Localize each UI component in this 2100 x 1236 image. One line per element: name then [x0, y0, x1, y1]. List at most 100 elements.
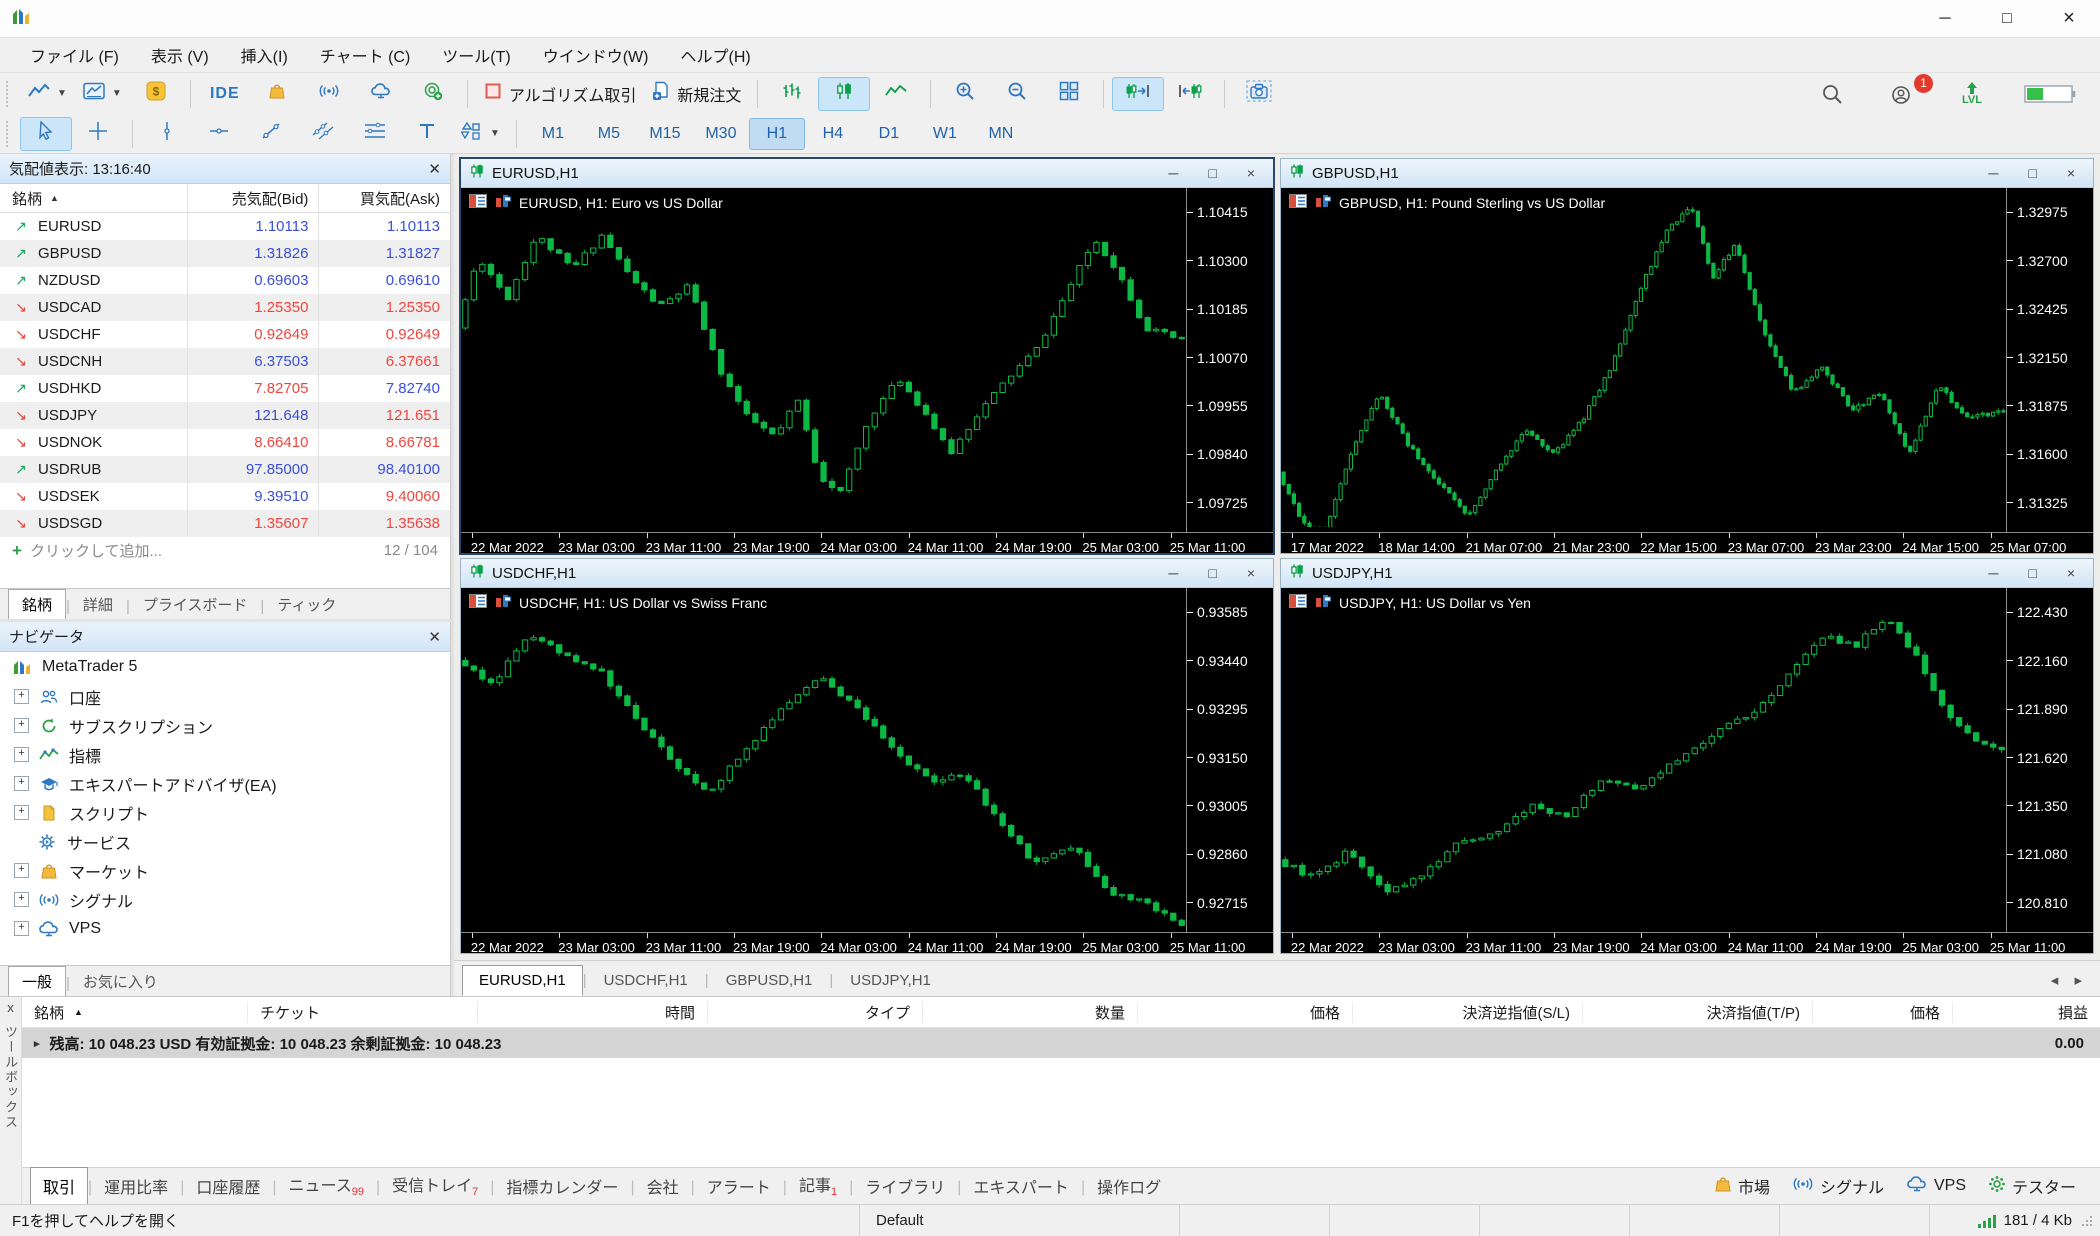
navigator-tab-1[interactable]: 一般: [8, 966, 66, 996]
trade-column-4[interactable]: タイプ: [707, 1002, 922, 1023]
chart-tab-EURUSDH1[interactable]: EURUSD,H1: [462, 965, 583, 996]
menu-item[interactable]: ツール(T): [426, 43, 526, 67]
trade-column-3[interactable]: 時間: [477, 1002, 707, 1023]
chevron-down-icon[interactable]: ▼: [57, 88, 67, 99]
zoom-in-button[interactable]: [939, 77, 991, 111]
resize-grip-icon[interactable]: [2080, 1214, 2094, 1228]
window-maximize-button[interactable]: □: [2028, 165, 2036, 181]
toolbox-tab-10[interactable]: ライブラリ: [853, 1168, 957, 1204]
status-profile[interactable]: Default: [860, 1205, 1180, 1236]
shortcut-signal[interactable]: シグナル: [1792, 1174, 1884, 1198]
trade-column-6[interactable]: 価格: [1137, 1002, 1352, 1023]
search-button[interactable]: [1806, 77, 1858, 111]
expand-icon[interactable]: +: [14, 689, 29, 704]
window-close-button[interactable]: ×: [1247, 165, 1255, 181]
toolbox-tab-11[interactable]: エキスパート: [961, 1168, 1081, 1204]
cursor-tool-button[interactable]: [20, 117, 72, 151]
navigator-item[interactable]: +エキスパートアドバイザ(EA): [0, 769, 450, 798]
hline-tool-button[interactable]: [193, 117, 245, 151]
market-watch-row[interactable]: ↘USDNOK8.664108.66781: [0, 429, 450, 456]
menu-item[interactable]: ファイル (F): [14, 43, 135, 67]
chart-plot-area[interactable]: USDJPY, H1: US Dollar vs Yen: [1281, 588, 2007, 932]
toolbox-tab-12[interactable]: 操作ログ: [1085, 1168, 1173, 1204]
market-watch-row[interactable]: ↘USDSEK9.395109.40060: [0, 483, 450, 510]
trade-column-10[interactable]: 損益: [1952, 1002, 2100, 1023]
window-minimize-button[interactable]: ─: [1168, 165, 1178, 181]
chart-window-GBPUSD[interactable]: GBPUSD,H1─□×GBPUSD, H1: Pound Sterling v…: [1280, 158, 2094, 554]
ide-label-button[interactable]: IDE: [199, 77, 251, 111]
window-maximize-button[interactable]: □: [1976, 0, 2038, 37]
timeframe-M1[interactable]: M1: [525, 118, 581, 150]
tab-scroll-arrows[interactable]: ◂ ▸: [2051, 971, 2100, 996]
bars-chart-button[interactable]: [766, 77, 818, 111]
menu-item[interactable]: チャート (C): [304, 43, 427, 67]
navigator-tab-2[interactable]: お気に入り: [70, 967, 171, 996]
shortcut-cloud[interactable]: VPS: [1906, 1176, 1966, 1197]
window-close-button[interactable]: ×: [1247, 565, 1255, 581]
trade-table-header[interactable]: 銘柄▲チケット時間タイプ数量価格決済逆指値(S/L)決済指値(T/P)価格損益: [22, 997, 2100, 1028]
chart-window-titlebar[interactable]: EURUSD,H1─□×: [461, 159, 1273, 188]
timeframe-M15[interactable]: M15: [637, 118, 693, 150]
expand-icon[interactable]: +: [14, 718, 29, 733]
timeframe-H4[interactable]: H4: [805, 118, 861, 150]
window-maximize-button[interactable]: □: [1208, 565, 1216, 581]
timeframe-W1[interactable]: W1: [917, 118, 973, 150]
market-watch-row[interactable]: ↘USDCAD1.253501.25350: [0, 294, 450, 321]
expand-icon[interactable]: +: [14, 892, 29, 907]
trade-column-7[interactable]: 決済逆指値(S/L): [1352, 1002, 1582, 1023]
window-close-button[interactable]: ×: [2067, 165, 2075, 181]
navigator-item[interactable]: +マーケット: [0, 856, 450, 885]
time-axis[interactable]: 22 Mar 202223 Mar 03:0023 Mar 11:0023 Ma…: [461, 532, 1273, 558]
market-watch-row[interactable]: ↘USDJPY121.648121.651: [0, 402, 450, 429]
timeframe-M30[interactable]: M30: [693, 118, 749, 150]
window-maximize-button[interactable]: □: [1208, 165, 1216, 181]
menu-item[interactable]: ヘルプ(H): [664, 43, 766, 67]
toolbar-grip[interactable]: [6, 81, 12, 107]
market-watch-row[interactable]: ↗NZDUSD0.696030.69610: [0, 267, 450, 294]
chevron-down-icon[interactable]: ▼: [112, 88, 122, 99]
market-watch-row[interactable]: ↘USDCNH6.375036.37661: [0, 348, 450, 375]
new-order-doc-button[interactable]: 新規注文: [644, 77, 749, 111]
notifications-button[interactable]: 1: [1876, 77, 1928, 111]
profile-chart-button[interactable]: ▼: [75, 77, 130, 111]
toolbox-tab-6[interactable]: 指標カレンダー: [494, 1168, 630, 1204]
expand-icon[interactable]: +: [14, 805, 29, 820]
toolbox-close-icon[interactable]: x: [7, 1000, 14, 1015]
market-watch-row[interactable]: ↘USDSGD1.356071.35638: [0, 510, 450, 537]
navigator-item[interactable]: +スクリプト: [0, 798, 450, 827]
new-chart-line-button[interactable]: ▼: [20, 77, 75, 111]
vline-tool-button[interactable]: [141, 117, 193, 151]
dollar-coin-button[interactable]: $: [130, 77, 182, 111]
window-close-button[interactable]: ×: [2067, 565, 2075, 581]
close-icon[interactable]: ✕: [428, 628, 441, 646]
trade-column-2[interactable]: チケット: [247, 1002, 477, 1023]
navigator-item[interactable]: +VPS: [0, 914, 450, 943]
shortcut-bag[interactable]: 市場: [1714, 1174, 1770, 1198]
time-axis[interactable]: 22 Mar 202223 Mar 03:0023 Mar 11:0023 Ma…: [1281, 932, 2093, 958]
shift-end-button[interactable]: [1112, 77, 1164, 111]
timeframe-M5[interactable]: M5: [581, 118, 637, 150]
chart-tab-GBPUSDH1[interactable]: GBPUSD,H1: [709, 965, 830, 996]
close-icon[interactable]: ✕: [428, 160, 441, 178]
trendline-tool-button[interactable]: [245, 117, 297, 151]
price-axis[interactable]: 1.329751.327001.324251.321501.318751.316…: [2007, 188, 2093, 532]
window-minimize-button[interactable]: ─: [1988, 565, 1998, 581]
crosshair-tool-button[interactable]: [72, 117, 124, 151]
trade-column-8[interactable]: 決済指値(T/P): [1582, 1002, 1812, 1023]
chart-tab-USDJPYH1[interactable]: USDJPY,H1: [833, 965, 948, 996]
window-minimize-button[interactable]: ─: [1914, 0, 1976, 37]
menu-item[interactable]: 挿入(I): [225, 43, 304, 67]
chevron-down-icon[interactable]: ▼: [490, 128, 500, 139]
window-close-button[interactable]: ×: [2038, 0, 2100, 37]
shift-back-button[interactable]: [1164, 77, 1216, 111]
line-chart-green-button[interactable]: [870, 77, 922, 111]
timeframe-D1[interactable]: D1: [861, 118, 917, 150]
navigator-root[interactable]: MetaTrader 5: [0, 652, 450, 682]
level-up-button[interactable]: LVL: [1946, 77, 1998, 111]
navigator-item[interactable]: +シグナル: [0, 885, 450, 914]
toolbox-tab-5[interactable]: 受信トレイ7: [380, 1166, 490, 1204]
trade-column-5[interactable]: 数量: [922, 1002, 1137, 1023]
price-axis[interactable]: 0.935850.934400.932950.931500.930050.928…: [1187, 588, 1273, 932]
market-watch-row[interactable]: ↗USDHKD7.827057.82740: [0, 375, 450, 402]
text-tool-tool-button[interactable]: [401, 117, 453, 151]
